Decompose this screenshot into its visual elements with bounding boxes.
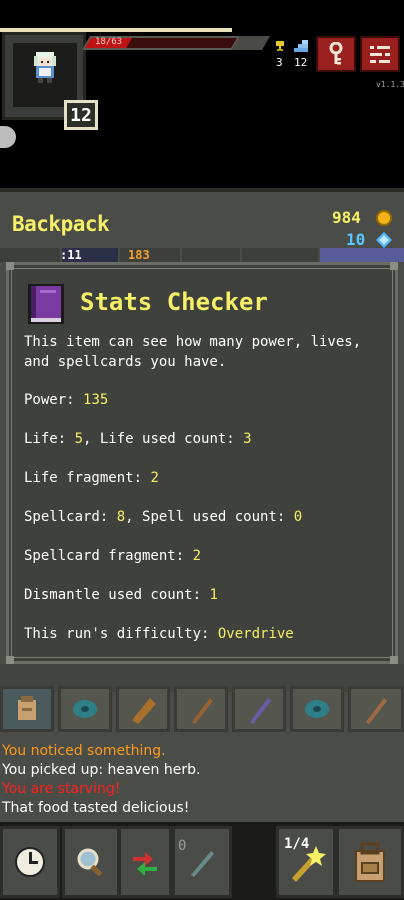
stat-life-fragment: Life fragment: 2 [24, 470, 159, 486]
stat-label: This run's difficulty: [24, 626, 218, 642]
exp-bar [231, 36, 271, 50]
tab-all-items[interactable] [0, 686, 54, 732]
gem-count: 10 [346, 230, 366, 249]
log-line: You noticed something. [2, 743, 166, 759]
tab-misc[interactable] [348, 686, 404, 732]
stat-value-2: 12 [294, 56, 308, 69]
clock-icon [15, 847, 45, 877]
stat-value: 2 [150, 470, 159, 486]
tab-partial-text-2: 183 [128, 248, 150, 262]
tab-wands[interactable] [232, 686, 286, 732]
tab-strip-cell[interactable] [320, 248, 404, 262]
quickslot-2-charges: 1/4 [284, 836, 310, 852]
tab-staffs[interactable] [174, 686, 228, 732]
gold-coin-icon [376, 210, 392, 226]
main-menu-button[interactable] [360, 36, 400, 72]
stat-label: , Spell used count: [125, 509, 294, 525]
armor-icon [132, 698, 156, 724]
stat-label: Spellcard: [24, 509, 117, 525]
search-button[interactable] [62, 826, 120, 898]
stat-label: Life fragment: [24, 470, 151, 486]
stat-spellcard: Spellcard: 8, Spell used count: 0 [24, 509, 302, 525]
stat-label: Dismantle used count: [24, 587, 210, 603]
stat-label: Power: [24, 392, 84, 408]
log-line: That food tasted delicious! [2, 800, 190, 816]
swap-icon [133, 852, 157, 875]
gem-icon [376, 232, 392, 248]
key-icon [329, 42, 343, 65]
disc-icon [73, 700, 97, 718]
stat-difficulty: This run's difficulty: Overdrive [24, 626, 294, 642]
buff-indicator[interactable] [0, 126, 16, 148]
backpack-title: Backpack [12, 212, 110, 236]
scroll-icon [366, 698, 387, 724]
backpack-icon [355, 842, 385, 882]
tab-strip-cell[interactable] [242, 248, 318, 262]
version-label: v1.1.3 [376, 80, 404, 89]
inventory-button[interactable] [336, 826, 404, 898]
tab-strip-cell[interactable] [182, 248, 240, 262]
quickslot-1-count: 0 [178, 838, 187, 854]
level-badge: 12 [64, 100, 98, 130]
stat-label: Life: [24, 431, 75, 447]
item-description: This item can see how many power, lives,… [24, 334, 362, 370]
category-tabs [0, 686, 404, 738]
hero-sprite-icon [34, 52, 56, 83]
ring-icon [305, 700, 329, 718]
menu-icon [370, 45, 390, 64]
stat-label: Spellcard fragment: [24, 548, 193, 564]
item-title: Stats Checker [80, 288, 268, 316]
stat-value: 1 [209, 587, 218, 603]
tab-strip-cell[interactable] [0, 248, 60, 262]
search-icon [77, 848, 103, 877]
tab-rings[interactable] [290, 686, 344, 732]
wand-icon [250, 698, 271, 724]
stat-label: , Life used count: [83, 431, 244, 447]
dagger-icon [191, 851, 214, 877]
stat-power: Power: 135 [24, 392, 108, 408]
stat-value: 3 [243, 431, 252, 447]
stat-value: Overdrive [217, 626, 294, 642]
backpack-tabs-strip: :11 183 [0, 248, 404, 262]
log-line: You are starving! [2, 781, 121, 797]
book-icon [28, 284, 64, 324]
bag-icon [18, 696, 36, 720]
stat-value: 5 [74, 431, 84, 447]
stat-value: 8 [116, 509, 126, 525]
window-corner [6, 656, 14, 664]
stairs-icon [294, 40, 308, 52]
window-corner [6, 262, 14, 270]
message-log: You noticed something. You picked up: he… [2, 742, 200, 818]
swap-weapon-button[interactable] [118, 826, 172, 898]
stat-value-1: 3 [276, 56, 283, 69]
stat-value: 2 [192, 548, 202, 564]
trophy-icon [276, 41, 284, 51]
hp-text: 18/63 [95, 37, 123, 47]
stat-life: Life: 5, Life used count: 3 [24, 431, 252, 447]
window-corner [390, 656, 398, 664]
tab-weapons[interactable] [58, 686, 112, 732]
stat-dismantle: Dismantle used count: 1 [24, 587, 218, 603]
journal-key-button[interactable] [316, 36, 356, 72]
wait-button[interactable] [0, 826, 60, 898]
log-line: You picked up: heaven herb. [2, 762, 201, 778]
tab-armor[interactable] [116, 686, 170, 732]
staff-icon [192, 698, 213, 724]
tab-partial-text-1: :11 [60, 248, 82, 262]
stat-spellcard-fragment: Spellcard fragment: 2 [24, 548, 201, 564]
stat-value: 0 [293, 509, 303, 525]
gold-count: 984 [332, 208, 361, 227]
quickslot-1[interactable] [172, 826, 232, 898]
depth-stats: 3 12 [270, 40, 320, 72]
window-corner [390, 262, 398, 270]
stat-value: 135 [83, 392, 109, 408]
